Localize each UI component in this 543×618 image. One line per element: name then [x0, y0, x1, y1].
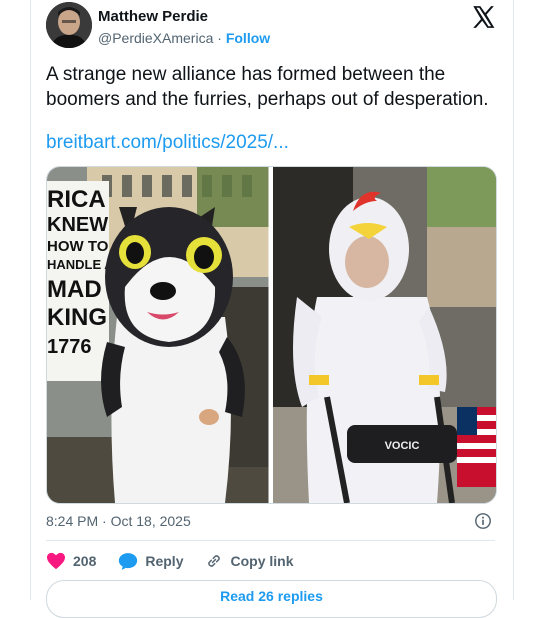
x-logo-icon[interactable]	[470, 4, 496, 30]
sign-line-2: KNEW	[47, 214, 108, 236]
like-count: 208	[73, 553, 97, 569]
tweet-link[interactable]: breitbart.com/politics/2025/...	[46, 132, 289, 154]
author-handle[interactable]: @PerdieXAmerica	[98, 30, 213, 46]
media-photo: RICA KNEW HOW TO HANDLE A MAD KING 1776	[47, 167, 496, 503]
sign-line-5: MAD	[47, 276, 102, 303]
sign-line-1: RICA	[47, 186, 106, 213]
reply-label: Reply	[145, 553, 184, 569]
sign-line-4: HANDLE A	[47, 257, 114, 272]
author-name[interactable]: Matthew Perdie	[98, 8, 208, 25]
walker-brand: VOCIC	[385, 440, 420, 452]
sign-line-7: 1776	[47, 336, 92, 358]
info-icon[interactable]	[474, 512, 492, 530]
handle-separator: ·	[217, 30, 222, 46]
follow-button[interactable]: Follow	[226, 30, 270, 46]
sign-line-6: KING	[47, 304, 107, 331]
tweet-actions: 208 Reply Copy link	[46, 548, 316, 574]
author-handle-line: @PerdieXAmerica · Follow	[98, 30, 270, 46]
reply-bubble-icon	[119, 552, 138, 570]
tweet-media[interactable]: RICA KNEW HOW TO HANDLE A MAD KING 1776	[46, 166, 497, 504]
tweet-text: A strange new alliance has formed betwee…	[46, 64, 489, 110]
read-replies-button[interactable]: Read 26 replies	[46, 580, 497, 618]
tweet-timestamp[interactable]: 8:24 PM · Oct 18, 2025	[46, 513, 191, 529]
like-button[interactable]: 208	[46, 552, 96, 570]
heart-icon	[47, 552, 65, 570]
link-icon	[208, 555, 221, 567]
copy-link-button[interactable]: Copy link	[205, 552, 294, 570]
avatar[interactable]	[46, 2, 92, 48]
reply-button[interactable]: Reply	[118, 552, 183, 571]
sign-line-3: HOW TO	[47, 238, 109, 255]
divider	[46, 540, 495, 541]
copy-link-label: Copy link	[230, 553, 294, 569]
